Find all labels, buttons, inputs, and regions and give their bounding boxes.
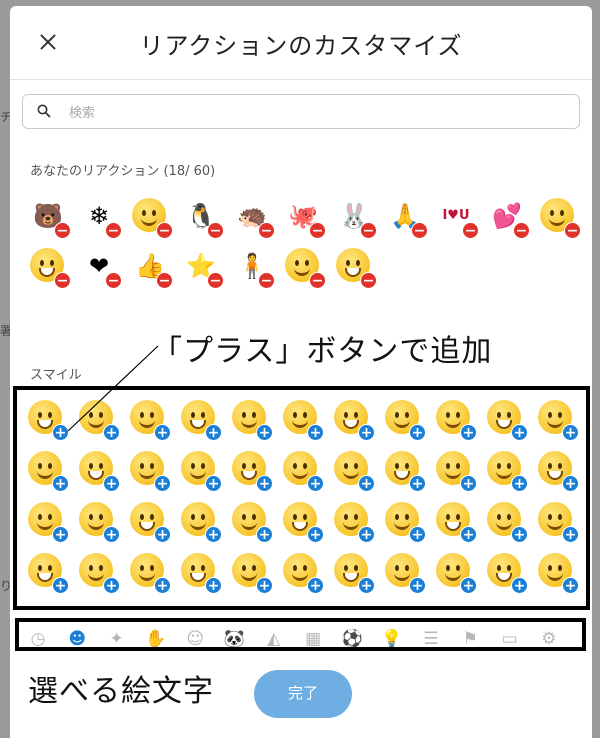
reaction-penguin[interactable]: 🐧 −	[181, 196, 224, 239]
remove-reaction-button[interactable]: −	[462, 222, 479, 239]
reaction-person[interactable]: 🧍 −	[232, 246, 275, 289]
dialog-title: リアクションのカスタマイズ	[139, 32, 463, 60]
search-input[interactable]	[69, 101, 549, 123]
smileys-label: スマイル	[30, 368, 82, 383]
remove-reaction-button[interactable]: −	[156, 272, 173, 289]
remove-reaction-button[interactable]: −	[258, 272, 275, 289]
remove-reaction-button[interactable]: −	[360, 222, 377, 239]
category-bar-highlight-box	[15, 618, 586, 651]
reaction-hedgehog[interactable]: 🦔 −	[232, 196, 275, 239]
done-button[interactable]: 完了	[254, 670, 352, 718]
remove-reaction-button[interactable]: −	[105, 272, 122, 289]
annotation-selectable-emoji: 選べる絵文字	[28, 674, 214, 709]
reaction-rabbit[interactable]: 🐰 −	[334, 196, 377, 239]
reaction-blush-face[interactable]: −	[130, 196, 173, 239]
remove-reaction-button[interactable]: −	[156, 222, 173, 239]
reaction-heart[interactable]: ❤ −	[79, 246, 122, 289]
reaction-thumbs-up[interactable]: 👍 −	[130, 246, 173, 289]
remove-reaction-button[interactable]: −	[105, 222, 122, 239]
remove-reaction-button[interactable]: −	[309, 222, 326, 239]
emoji-grid-highlight-box	[13, 386, 590, 610]
remove-reaction-button[interactable]: −	[54, 272, 71, 289]
reaction-octopus[interactable]: 🐙 −	[283, 196, 326, 239]
remove-reaction-button[interactable]: −	[54, 222, 71, 239]
reaction-party-face[interactable]: −	[283, 246, 326, 289]
annotation-add-with-plus: 「プラス」ボタンで追加	[152, 334, 493, 369]
remove-reaction-button[interactable]: −	[360, 272, 377, 289]
reaction-surprised-face[interactable]: −	[28, 246, 71, 289]
remove-reaction-button[interactable]: −	[309, 272, 326, 289]
reaction-sleepy-face[interactable]: −	[334, 246, 377, 289]
reaction-worried-face[interactable]: −	[538, 196, 581, 239]
remove-reaction-button[interactable]: −	[411, 222, 428, 239]
search-box[interactable]	[22, 94, 580, 129]
dialog-header: リアクションのカスタマイズ	[10, 6, 592, 80]
remove-reaction-button[interactable]: −	[258, 222, 275, 239]
reaction-snowflake[interactable]: ❄ −	[79, 196, 122, 239]
remove-reaction-button[interactable]: −	[207, 272, 224, 289]
reaction-star[interactable]: ⭐ −	[181, 246, 224, 289]
reaction-hearts[interactable]: 💕 −	[487, 196, 530, 239]
your-reactions-label: あなたのリアクション (18/ 60)	[30, 164, 216, 179]
remove-reaction-button[interactable]: −	[513, 222, 530, 239]
reaction-bear[interactable]: 🐻 −	[28, 196, 71, 239]
search-icon	[37, 104, 51, 118]
remove-reaction-button[interactable]: −	[564, 222, 581, 239]
reaction-praying-hands[interactable]: 🙏 −	[385, 196, 428, 239]
remove-reaction-button[interactable]: −	[207, 222, 224, 239]
reaction-i-love-u[interactable]: I♥U −	[436, 196, 479, 239]
